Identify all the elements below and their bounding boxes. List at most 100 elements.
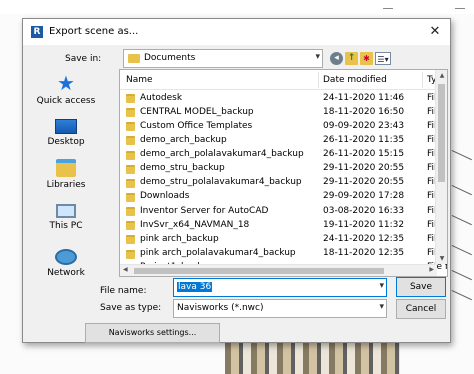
place-desktop[interactable]: Desktop — [31, 119, 101, 147]
chevron-down-icon: ▾ — [379, 302, 384, 312]
background-leader-line — [451, 245, 472, 256]
star-icon: ★ — [57, 71, 75, 95]
folder-icon — [126, 178, 135, 188]
file-row-name: demo_arch_polalavakumar4_backup — [140, 149, 304, 160]
chevron-down-icon: ▾ — [315, 52, 320, 62]
horizontal-scrollbar[interactable]: ◀ ▶ — [120, 264, 437, 276]
file-row-name: Autodesk — [140, 92, 183, 103]
file-row-date: 29-11-2020 20:55 — [323, 177, 405, 188]
views-menu-icon[interactable]: ☰▾ — [375, 52, 391, 65]
file-row[interactable]: pink arch_backup24-11-2020 12:35File fol… — [120, 232, 447, 246]
folder-icon — [126, 221, 135, 231]
file-row-name: demo_stru_polalavakumar4_backup — [140, 177, 302, 188]
cancel-button[interactable]: Cancel — [396, 299, 446, 319]
folder-icon — [126, 150, 135, 160]
scroll-left-icon[interactable]: ◀ — [123, 266, 128, 273]
place-label: Desktop — [47, 137, 85, 147]
column-header-row: ^ Name Date modified Type — [120, 70, 447, 90]
file-row-date: 26-11-2020 15:15 — [323, 149, 405, 160]
folder-icon — [126, 192, 135, 202]
network-icon — [55, 249, 77, 265]
save-button[interactable]: Save — [396, 277, 446, 297]
background-leader-line — [451, 215, 472, 226]
desktop-icon — [55, 119, 77, 134]
folder-icon — [126, 164, 135, 174]
file-row-name: Custom Office Templates — [140, 120, 253, 131]
background-leader-line — [451, 150, 472, 161]
file-row[interactable]: Inventor Server for AutoCAD 03-08-2020 16… — [120, 204, 447, 218]
folder-icon — [126, 136, 135, 146]
column-divider[interactable] — [422, 72, 423, 88]
file-row-name: pink arch_backup — [140, 233, 219, 244]
place-label: Libraries — [46, 180, 86, 190]
place-quick-access[interactable]: ★ Quick access — [31, 73, 101, 106]
file-row[interactable]: demo_arch_polalavakumar4_backup 26-11-202… — [120, 148, 447, 162]
file-row-name: InvSvr_x64_NAVMAN_18 — [140, 219, 250, 230]
column-date-modified[interactable]: Date modified — [323, 75, 387, 85]
column-name[interactable]: Name — [126, 75, 153, 85]
nav-toolbar: ◂ ↑ ✱ ☰▾ — [330, 49, 391, 68]
background-mark — [455, 8, 465, 9]
file-rows: Autodesk24-11-2020 11:46File foldCENTRAL… — [120, 91, 447, 275]
folder-icon — [126, 94, 135, 103]
file-row-name: Inventor Server for AutoCAD — [140, 205, 269, 216]
close-button[interactable]: ✕ — [424, 22, 446, 42]
title-bar: R Export scene as... ✕ — [23, 19, 450, 45]
place-label: Network — [47, 268, 85, 278]
file-row-date: 19-11-2020 11:32 — [323, 219, 405, 230]
folder-icon — [126, 235, 135, 245]
libraries-icon — [56, 159, 76, 177]
dialog-title: Export scene as... — [49, 26, 139, 37]
file-row-date: 29-11-2020 20:55 — [323, 163, 405, 174]
file-row-date: 03-08-2020 16:33 — [323, 205, 405, 216]
folder-icon — [126, 249, 135, 259]
file-row[interactable]: demo_arch_backup26-11-2020 11:35File fol… — [120, 133, 447, 147]
export-dialog: R Export scene as... ✕ Save in: Document… — [22, 18, 451, 343]
folder-icon — [126, 122, 135, 132]
scroll-up-icon[interactable]: ▲ — [436, 72, 447, 79]
file-row[interactable]: Autodesk24-11-2020 11:46File fold — [120, 91, 447, 105]
file-row[interactable]: demo_stru_backup29-11-2020 20:55File fol… — [120, 162, 447, 176]
file-row[interactable]: pink arch_polalavakumar4_backup 18-11-202… — [120, 247, 447, 261]
navisworks-settings-button[interactable]: Navisworks settings... — [85, 323, 220, 343]
background-3d-model — [225, 343, 400, 374]
background-mark — [383, 8, 393, 9]
file-row[interactable]: demo_stru_polalavakumar4_backup 29-11-202… — [120, 176, 447, 190]
scroll-thumb[interactable] — [438, 84, 445, 182]
file-row[interactable]: CENTRAL MODEL_backup18-11-2020 16:50File… — [120, 105, 447, 119]
save-in-label: Save in: — [65, 54, 102, 64]
save-in-value: Documents — [144, 53, 196, 63]
file-row-date: 18-11-2020 16:50 — [323, 106, 405, 117]
place-libraries[interactable]: Libraries — [31, 159, 101, 190]
file-row-date: 09-09-2020 23:43 — [323, 120, 405, 131]
file-row-name: Downloads — [140, 191, 190, 202]
save-as-type-dropdown[interactable]: Navisworks (*.nwc) ▾ — [173, 299, 387, 318]
app-icon: R — [31, 26, 43, 38]
place-label: Quick access — [36, 96, 96, 106]
scroll-thumb[interactable] — [134, 268, 384, 274]
file-row-date: 18-11-2020 12:35 — [323, 248, 405, 259]
file-row-date: 24-11-2020 11:46 — [323, 92, 405, 103]
background-leader-line — [451, 270, 472, 281]
file-row-date: 29-09-2020 17:28 — [323, 191, 405, 202]
back-icon[interactable]: ◂ — [330, 52, 343, 65]
scroll-down-icon[interactable]: ▼ — [436, 255, 447, 262]
new-folder-icon[interactable]: ✱ — [360, 52, 373, 65]
column-divider[interactable] — [318, 72, 319, 88]
file-row-name: demo_arch_backup — [140, 134, 227, 145]
file-name-input[interactable]: lava 36 ▾ — [173, 278, 387, 297]
file-row[interactable]: Custom Office Templates09-09-2020 23:43F… — [120, 119, 447, 133]
places-bar: ★ Quick access Desktop Libraries This PC… — [31, 71, 101, 295]
place-this-pc[interactable]: This PC — [31, 204, 101, 231]
file-row[interactable]: InvSvr_x64_NAVMAN_1819-11-2020 11:32File… — [120, 218, 447, 232]
folder-icon — [128, 54, 140, 63]
chevron-down-icon[interactable]: ▾ — [379, 281, 384, 291]
up-folder-icon[interactable]: ↑ — [345, 52, 358, 65]
save-in-dropdown[interactable]: Documents ▾ — [123, 49, 323, 68]
vertical-scrollbar[interactable]: ▲ ▼ — [435, 70, 447, 264]
file-list[interactable]: ^ Name Date modified Type Autodesk 24-11-… — [119, 69, 448, 277]
place-network[interactable]: Network — [31, 249, 101, 278]
background-leader-line — [451, 290, 472, 301]
scroll-right-icon[interactable]: ▶ — [429, 266, 434, 273]
file-row[interactable]: Downloads29-09-2020 17:28File fold — [120, 190, 447, 204]
